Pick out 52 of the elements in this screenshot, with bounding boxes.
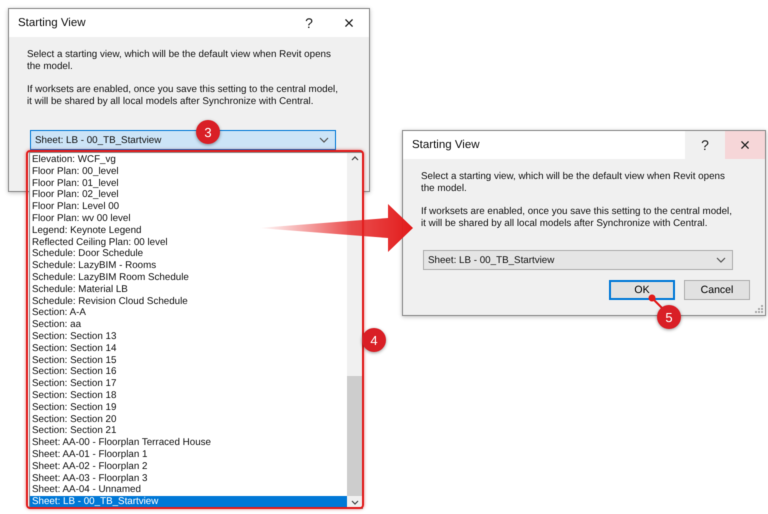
list-item[interactable]: Sheet: AA-03 - Floorplan 3 xyxy=(30,472,148,484)
list-item[interactable]: Section: Section 16 xyxy=(30,366,116,378)
cancel-button[interactable]: Cancel xyxy=(684,280,750,300)
list-item[interactable]: Section: Section 17 xyxy=(30,378,116,390)
list-item[interactable]: Section: Section 14 xyxy=(30,342,116,355)
scroll-up-icon[interactable] xyxy=(350,156,358,161)
resize-grip-icon[interactable] xyxy=(755,305,763,313)
help-button[interactable]: ? xyxy=(289,9,329,37)
view-dropdown[interactable]: Sheet: LB - 00_TB_Startview xyxy=(423,250,733,270)
list-item[interactable]: Schedule: LazyBIM - Rooms xyxy=(30,260,156,272)
description-text: If worksets are enabled, once you save this setting to the central model, it will be shared by all local models after Synchronize with Central. xyxy=(421,206,733,230)
list-item[interactable]: Sheet: LB - 00_TB_Startview xyxy=(30,496,347,508)
window-title: Starting View xyxy=(17,17,87,29)
list-item[interactable]: Floor Plan: 01_level xyxy=(30,178,119,190)
close-button[interactable]: × xyxy=(725,131,765,159)
list-item[interactable]: Reflected Ceiling Plan: 00 level xyxy=(30,236,168,248)
ok-button[interactable]: OK xyxy=(609,280,675,300)
description-text: Select a starting view, which will be the default view when Revit opens the model. xyxy=(421,171,726,195)
list-item[interactable]: Section: Section 21 xyxy=(30,425,116,438)
list-item[interactable]: Floor Plan: Level 00 xyxy=(30,201,120,214)
list-item[interactable]: Section: aa xyxy=(30,319,82,332)
scrollbar-thumb[interactable] xyxy=(347,376,362,496)
list-item[interactable]: Section: Section 18 xyxy=(30,390,116,402)
list-item[interactable]: Schedule: LazyBIM Room Schedule xyxy=(30,272,189,284)
step-badge: 4 xyxy=(362,328,386,352)
description-text: If worksets are enabled, once you save this setting to the central model, it will be shared by all local models after Synchronize with Central. xyxy=(27,84,339,108)
scrollbar[interactable] xyxy=(347,153,362,508)
list-item[interactable]: Sheet: AA-02 - Floorplan 2 xyxy=(30,460,148,473)
description-text: Select a starting view, which will be the default view when Revit opens the model. xyxy=(27,49,332,73)
list-item[interactable]: Floor Plan: 02_level xyxy=(30,189,119,202)
list-item[interactable]: Section: A-A xyxy=(30,307,86,320)
step-badge: 5 xyxy=(657,305,681,329)
list-item[interactable]: Floor Plan: wv 00 level xyxy=(30,213,131,225)
list-item[interactable]: Elevation: WCF_vg xyxy=(30,154,116,166)
window-title: Starting View xyxy=(411,139,481,151)
help-button[interactable]: ? xyxy=(685,131,725,159)
list-item[interactable]: Sheet: AA-01 - Floorplan 1 xyxy=(30,449,148,461)
list-item[interactable]: Legend: Keynote Legend xyxy=(30,224,142,237)
list-item[interactable]: Schedule: Door Schedule xyxy=(30,248,144,260)
chevron-down-icon xyxy=(319,137,329,143)
list-item[interactable]: Schedule: Revision Cloud Schedule xyxy=(30,296,188,308)
scroll-down-icon[interactable] xyxy=(350,500,358,505)
list-item[interactable]: Section: Section 20 xyxy=(30,414,116,426)
list-item[interactable]: Sheet: AA-04 - Unnamed xyxy=(30,484,141,496)
list-item[interactable]: Floor Plan: 00_level xyxy=(30,166,119,178)
list-item[interactable]: Schedule: Material LB xyxy=(30,284,128,296)
list-item[interactable]: Section: Section 13 xyxy=(30,331,116,343)
close-button[interactable]: × xyxy=(329,9,369,37)
list-item[interactable]: Sheet: AA-00 - Floorplan Terraced House xyxy=(30,437,211,450)
list-item[interactable]: Section: Section 19 xyxy=(30,402,116,414)
chevron-down-icon xyxy=(716,257,726,263)
list-item[interactable]: Section: Section 15 xyxy=(30,354,116,366)
